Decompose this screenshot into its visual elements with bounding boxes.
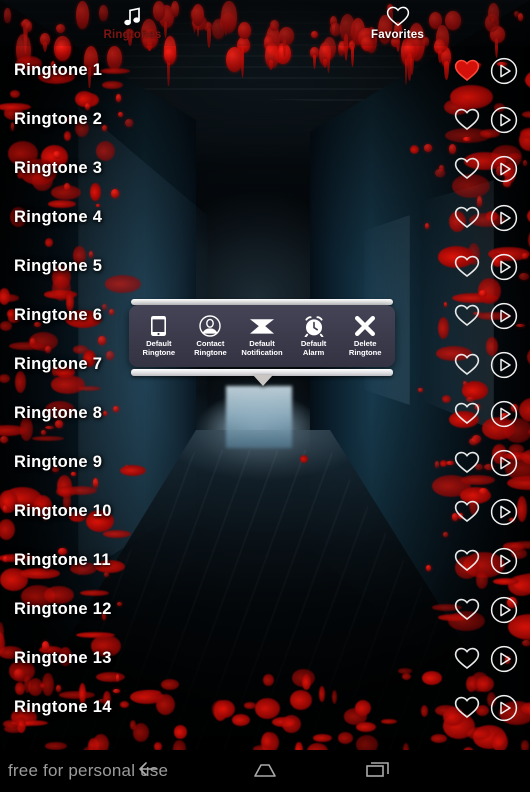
heart-outline-icon[interactable] (453, 596, 481, 624)
row-controls (453, 596, 518, 624)
heart-outline-icon (386, 5, 410, 28)
popup-item-label: Default Alarm (301, 340, 326, 357)
heart-outline-icon[interactable] (453, 694, 481, 722)
row-controls (453, 645, 518, 673)
play-circle-icon[interactable] (490, 302, 518, 330)
list-item[interactable]: Ringtone 12 (0, 585, 530, 634)
popup-item-label: Delete Ringtone (349, 340, 382, 357)
list-item[interactable]: Ringtone 9 (0, 438, 530, 487)
row-controls (453, 57, 518, 85)
popup-item-contact[interactable]: Contact Ringtone (186, 315, 234, 357)
ringtone-name: Ringtone 8 (14, 404, 453, 423)
list-item[interactable]: Ringtone 1 (0, 46, 530, 95)
nav-home-button[interactable] (232, 750, 298, 792)
app-screen: Ringtones Favorites Ringtone 1 Ringtone 2… (0, 0, 530, 792)
row-controls (453, 155, 518, 183)
list-item[interactable]: Ringtone 8 (0, 389, 530, 438)
list-item[interactable]: Ringtone 4 (0, 193, 530, 242)
list-item[interactable]: Ringtone 10 (0, 487, 530, 536)
alarm-clock-icon (303, 315, 325, 337)
row-controls (453, 400, 518, 428)
popup-item-label: Default Notification (241, 340, 282, 357)
back-arrow-icon (136, 759, 160, 784)
play-circle-icon[interactable] (490, 204, 518, 232)
popup-item-envelope[interactable]: Default Notification (238, 315, 286, 357)
list-item[interactable]: Ringtone 5 (0, 242, 530, 291)
play-circle-icon[interactable] (490, 547, 518, 575)
heart-filled-icon[interactable] (453, 57, 481, 85)
play-circle-icon[interactable] (490, 400, 518, 428)
recents-icon (364, 759, 392, 784)
ringtone-name: Ringtone 13 (14, 649, 453, 668)
play-circle-icon[interactable] (490, 596, 518, 624)
play-circle-icon[interactable] (490, 253, 518, 281)
tab-bar: Ringtones Favorites (0, 0, 530, 46)
row-controls (453, 498, 518, 526)
list-item[interactable]: Ringtone 2 (0, 95, 530, 144)
heart-outline-icon[interactable] (453, 449, 481, 477)
home-icon (251, 759, 279, 784)
popup-pointer-arrow (253, 375, 273, 386)
play-circle-icon[interactable] (490, 106, 518, 134)
list-item[interactable]: Ringtone 3 (0, 144, 530, 193)
android-navigation-bar: free for personal use (0, 750, 530, 792)
row-controls (453, 694, 518, 722)
play-circle-icon[interactable] (490, 449, 518, 477)
nav-recents-button[interactable] (345, 750, 411, 792)
ringtone-name: Ringtone 4 (14, 208, 453, 227)
popup-item-phone[interactable]: Default Ringtone (135, 315, 183, 357)
heart-outline-icon[interactable] (453, 106, 481, 134)
row-controls (453, 204, 518, 232)
row-controls (453, 547, 518, 575)
nav-back-button[interactable] (115, 750, 181, 792)
ringtone-name: Ringtone 14 (14, 698, 453, 717)
ringtone-name: Ringtone 1 (14, 61, 453, 80)
ringtone-name: Ringtone 12 (14, 600, 453, 619)
list-item[interactable]: Ringtone 13 (0, 634, 530, 683)
heart-outline-icon[interactable] (453, 155, 481, 183)
heart-outline-icon[interactable] (453, 400, 481, 428)
row-controls (453, 351, 518, 379)
row-controls (453, 106, 518, 134)
play-circle-icon[interactable] (490, 694, 518, 722)
tab-ringtones[interactable]: Ringtones (0, 0, 265, 46)
row-controls (453, 449, 518, 477)
popup-menu: Default Ringtone Contact Ringtone Default Not… (129, 305, 395, 367)
list-item[interactable]: Ringtone 14 (0, 683, 530, 732)
play-circle-icon[interactable] (490, 351, 518, 379)
tab-favorites-label: Favorites (371, 29, 424, 41)
play-circle-icon[interactable] (490, 57, 518, 85)
play-circle-icon[interactable] (490, 498, 518, 526)
popup-item-label: Contact Ringtone (194, 340, 227, 357)
contact-icon (199, 315, 221, 337)
heart-outline-icon[interactable] (453, 547, 481, 575)
phone-icon (150, 315, 167, 337)
popup-item-close-x[interactable]: Delete Ringtone (341, 315, 389, 357)
heart-outline-icon[interactable] (453, 645, 481, 673)
music-note-icon (123, 5, 143, 28)
ringtone-list[interactable]: Ringtone 1 Ringtone 2 Ringtone 3 Ringtone 4… (0, 46, 530, 750)
heart-outline-icon[interactable] (453, 351, 481, 379)
play-circle-icon[interactable] (490, 155, 518, 183)
ringtone-name: Ringtone 11 (14, 551, 453, 570)
envelope-icon (249, 315, 275, 337)
heart-outline-icon[interactable] (453, 204, 481, 232)
tab-ringtones-label: Ringtones (103, 29, 161, 41)
popup-item-label: Default Ringtone (143, 340, 176, 357)
heart-outline-icon[interactable] (453, 302, 481, 330)
play-circle-icon[interactable] (490, 645, 518, 673)
ringtone-name: Ringtone 9 (14, 453, 453, 472)
heart-outline-icon[interactable] (453, 253, 481, 281)
heart-outline-icon[interactable] (453, 498, 481, 526)
popup-item-alarm-clock[interactable]: Default Alarm (290, 315, 338, 357)
row-controls (453, 302, 518, 330)
close-x-icon (354, 315, 376, 337)
tab-favorites[interactable]: Favorites (265, 0, 530, 46)
ringtone-name: Ringtone 5 (14, 257, 453, 276)
list-item[interactable]: Ringtone 11 (0, 536, 530, 585)
row-controls (453, 253, 518, 281)
ringtone-name: Ringtone 3 (14, 159, 453, 178)
ringtone-name: Ringtone 2 (14, 110, 453, 129)
ringtone-name: Ringtone 10 (14, 502, 453, 521)
